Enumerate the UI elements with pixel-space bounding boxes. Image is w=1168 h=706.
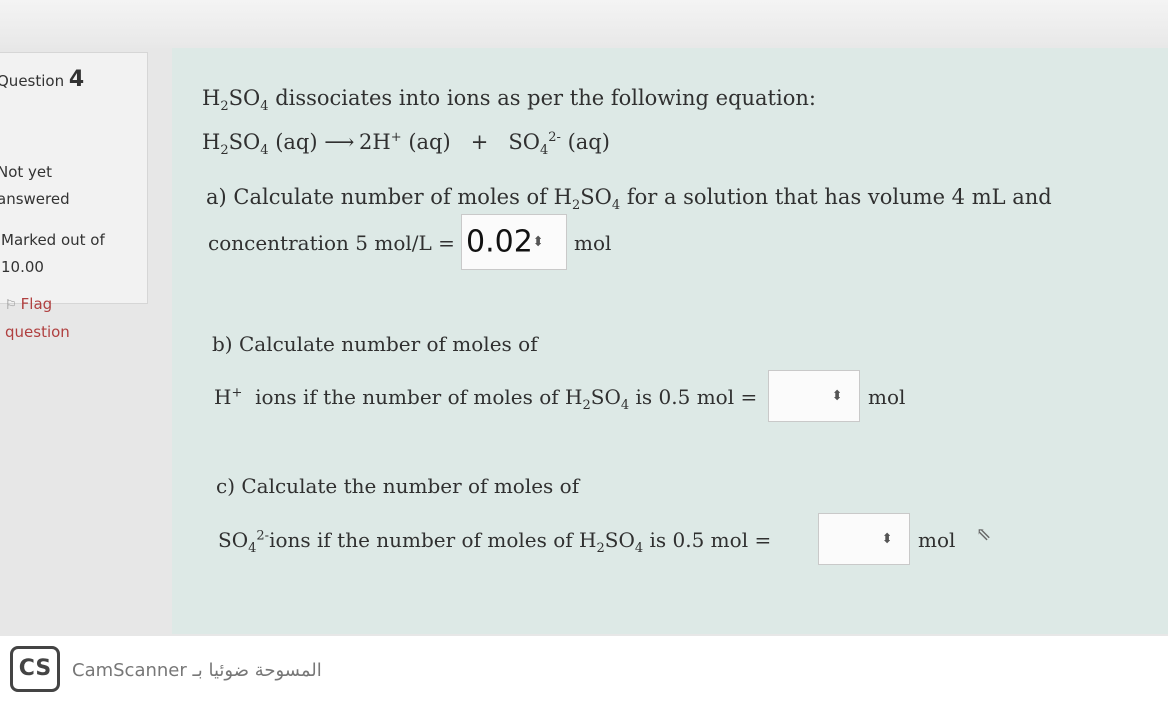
question-text-panel: H2SO4 dissociates into ions as per the f…	[172, 48, 1168, 634]
part-b-answer-select[interactable]: ⬍	[768, 370, 860, 422]
part-a-concentration-text: concentration 5 mol/L =	[208, 231, 455, 255]
marked-line-2: 10.00	[1, 258, 44, 276]
part-c-text-post: is 0.5 mol =	[649, 528, 772, 552]
part-c-line-1: c) Calculate the number of moles of	[216, 474, 580, 498]
part-c-unit: mol	[918, 528, 956, 552]
part-a-answer-select[interactable]: 0.02 ⬍	[461, 214, 567, 270]
part-a-unit: mol	[574, 231, 612, 255]
part-b-text-pre: ions if the number of moles of	[255, 385, 559, 409]
flag-line-1: Flag	[20, 295, 53, 313]
state-line-1: Not yet	[0, 163, 53, 181]
mouse-cursor-icon: ⇖	[976, 524, 992, 545]
marked-line-1: Marked out of	[1, 231, 105, 249]
part-a-line-2: concentration 5 mol/L =	[208, 231, 455, 255]
product-2-state: (aq)	[567, 130, 610, 154]
plus-sign: +	[470, 130, 489, 154]
question-heading: Question 4	[0, 67, 84, 92]
part-c-text-pre: ions if the number of moles of	[269, 528, 573, 552]
select-arrows-icon: ⬍	[831, 388, 843, 404]
product-1: 2H	[359, 130, 391, 154]
part-a-line-1: a) Calculate number of moles of H2SO4 fo…	[206, 185, 1052, 214]
question-info-box: Question 4 Not yet answered Marked out o…	[0, 52, 148, 341]
question-grade: Marked out of 10.00	[1, 227, 105, 281]
flag-line-2: question	[5, 323, 70, 341]
part-a-text-post: for a solution that has volume 4 mL and	[626, 185, 1052, 209]
intro-text: dissociates into ions as per the followi…	[275, 86, 816, 110]
part-a-text-pre: a) Calculate number of moles of	[206, 185, 547, 209]
camscanner-logo: CS	[10, 646, 60, 692]
reaction-arrow-icon: ⟶	[324, 130, 354, 154]
reactant-state: (aq)	[275, 130, 318, 154]
flag-icon: ⚐	[5, 298, 17, 313]
intro-line: H2SO4 dissociates into ions as per the f…	[202, 86, 816, 115]
part-b-line-1: b) Calculate number of moles of	[212, 332, 538, 356]
top-strip	[0, 0, 1168, 48]
question-label: Question	[0, 72, 65, 90]
camscanner-footer: CS CamScanner المسوحة ضوئيا بـ	[0, 636, 1168, 706]
flag-question-link[interactable]: ⚐ Flag question	[5, 291, 70, 346]
select-arrows-icon: ⬍	[532, 234, 544, 250]
equation-line: H2SO4 (aq) ⟶ 2H+ (aq) + SO42- (aq)	[202, 130, 610, 159]
question-number: 4	[68, 67, 85, 92]
state-line-2: answered	[0, 190, 70, 208]
camscanner-text: CamScanner المسوحة ضوئيا بـ	[72, 660, 322, 681]
part-b-unit: mol	[868, 385, 906, 409]
part-a-answer-value: 0.02	[466, 224, 533, 260]
question-state: Not yet answered	[0, 159, 70, 213]
part-c-answer-select[interactable]: ⬍	[818, 513, 910, 565]
product-1-state: (aq)	[408, 130, 451, 154]
part-c-line-2: SO42-ions if the number of moles of H2SO…	[218, 528, 772, 556]
select-arrows-icon: ⬍	[881, 531, 893, 547]
part-b-text-post: is 0.5 mol =	[635, 385, 758, 409]
part-b-line-2: H+ ions if the number of moles of H2SO4 …	[214, 385, 758, 413]
